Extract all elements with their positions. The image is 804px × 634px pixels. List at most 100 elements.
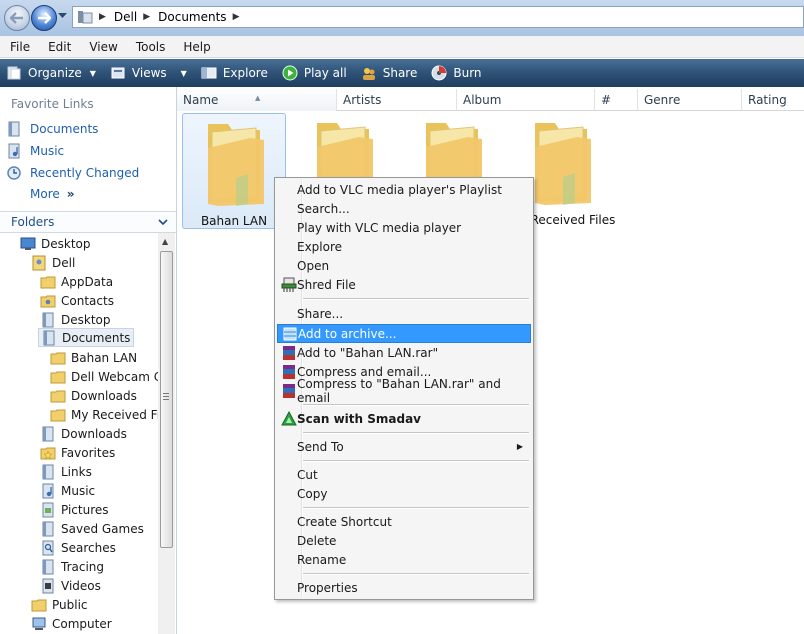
tree-item-documents[interactable]: Documents <box>38 328 135 347</box>
tree-item-downloads[interactable]: Downloads <box>40 424 127 443</box>
menu-item-compress-rar-and-email[interactable]: Compress to "Bahan LAN.rar" and email <box>277 377 531 405</box>
tree-item-desktop[interactable]: Desktop <box>20 234 91 253</box>
user-folder-icon <box>32 255 46 270</box>
breadcrumb-dell[interactable]: Dell <box>114 10 137 24</box>
menu-item-send-to[interactable]: Send To ▶ <box>277 437 531 456</box>
share-label: Share <box>382 66 418 80</box>
menu-item-add-to-rar[interactable]: Add to "Bahan LAN.rar" <box>277 343 531 362</box>
menu-item-search[interactable]: Search... <box>277 199 531 218</box>
tree-item-my-received-files[interactable]: My Received File <box>50 405 158 424</box>
menu-item-share[interactable]: Share... <box>277 304 531 323</box>
column-label: Rating <box>748 93 787 107</box>
command-bar: Organize ▼ Views ▼ Explore Play all Share … <box>0 59 804 87</box>
views-label: Views <box>131 66 167 80</box>
tree-item-pictures[interactable]: Pictures <box>40 500 109 519</box>
share-button[interactable]: Share <box>355 59 426 87</box>
tree-item-appdata[interactable]: AppData <box>40 272 113 291</box>
scroll-up-arrow-icon[interactable]: ▲ <box>162 237 168 246</box>
menu-file[interactable]: File <box>0 40 39 54</box>
explore-button[interactable]: Explore <box>195 59 276 87</box>
tree-item-saved-games[interactable]: Saved Games <box>40 519 144 538</box>
tree-item-searches[interactable]: Searches <box>40 538 116 557</box>
menu-item-label: Copy <box>297 486 328 501</box>
play-icon <box>282 65 298 81</box>
smadav-icon <box>281 411 297 426</box>
tree-item-videos[interactable]: Videos <box>40 576 101 595</box>
menu-item-play-with-vlc[interactable]: Play with VLC media player <box>277 218 531 237</box>
tree-item-label: Documents <box>62 330 131 345</box>
column-artists[interactable]: Artists <box>337 89 457 111</box>
tree-item-downloads-sub[interactable]: Downloads <box>50 386 137 405</box>
menu-edit[interactable]: Edit <box>39 40 80 54</box>
tree-item-label: Desktop <box>61 312 111 327</box>
menu-item-explore[interactable]: Explore <box>277 237 531 256</box>
breadcrumb-separator[interactable]: ▶ <box>99 12 106 22</box>
documents-icon <box>43 330 55 345</box>
breadcrumb-separator[interactable]: ▶ <box>233 12 240 22</box>
menu-item-cut[interactable]: Cut <box>277 465 531 484</box>
tree-item-dell[interactable]: Dell <box>31 253 75 272</box>
double-chevron-icon: » <box>66 187 75 201</box>
menu-item-scan-with-smadav[interactable]: Scan with Smadav <box>277 409 531 428</box>
forward-button[interactable] <box>31 5 57 31</box>
address-field[interactable]: ▶ Dell ▶ Documents ▶ <box>72 6 804 28</box>
favorites-icon <box>40 447 56 459</box>
column-rating[interactable]: Rating <box>742 89 804 111</box>
menu-item-open[interactable]: Open <box>277 256 531 275</box>
explore-label: Explore <box>222 66 268 80</box>
tree-item-label: AppData <box>61 274 114 289</box>
recent-pages-dropdown[interactable] <box>58 13 67 19</box>
burn-disc-icon <box>431 65 447 81</box>
organize-button[interactable]: Organize ▼ <box>0 59 104 87</box>
views-button[interactable]: Views ▼ <box>104 59 195 87</box>
tree-item-public[interactable]: Public <box>31 595 88 614</box>
menu-item-create-shortcut[interactable]: Create Shortcut <box>277 512 531 531</box>
tree-item-music[interactable]: Music <box>40 481 95 500</box>
folders-header[interactable]: Folders <box>0 211 176 233</box>
burn-button[interactable]: Burn <box>425 59 489 87</box>
tree-item-contacts[interactable]: Contacts <box>40 291 114 310</box>
menu-item-shred-file[interactable]: Shred File <box>277 275 531 294</box>
favorite-link-music[interactable]: Music <box>6 143 64 159</box>
folder-item-bahan-lan[interactable]: Bahan LAN <box>182 113 286 229</box>
menu-help[interactable]: Help <box>174 40 219 54</box>
favorite-link-documents[interactable]: Documents <box>6 121 98 137</box>
menu-tools[interactable]: Tools <box>127 40 175 54</box>
tree-item-favorites[interactable]: Favorites <box>40 443 115 462</box>
tree-item-links[interactable]: Links <box>40 462 92 481</box>
more-label: More <box>30 187 60 201</box>
tree-scrollbar[interactable]: ▲ <box>158 233 175 634</box>
menu-item-rename[interactable]: Rename <box>277 550 531 569</box>
chevron-down-icon: ▼ <box>89 68 96 78</box>
column-header-bar: ▲ Name Artists Album # Genre Rating <box>177 89 804 111</box>
breadcrumb-documents[interactable]: Documents <box>158 10 226 24</box>
downloads-icon <box>42 426 54 441</box>
menu-separator <box>303 432 529 434</box>
winrar-icon <box>283 346 295 360</box>
menu-item-properties[interactable]: Properties <box>277 578 531 597</box>
play-all-button[interactable]: Play all <box>276 59 355 87</box>
menu-view[interactable]: View <box>80 40 126 54</box>
breadcrumb-separator[interactable]: ▶ <box>143 12 150 22</box>
column-genre[interactable]: Genre <box>638 89 742 111</box>
favorite-link-recently-changed[interactable]: Recently Changed <box>6 165 139 181</box>
menu-item-delete[interactable]: Delete <box>277 531 531 550</box>
menu-item-label: Explore <box>297 239 343 254</box>
menu-item-add-to-vlc-playlist[interactable]: Add to VLC media player's Playlist <box>277 180 531 199</box>
tree-item-tracing[interactable]: Tracing <box>40 557 104 576</box>
tree-item-label: Bahan LAN <box>71 350 138 365</box>
more-links-button[interactable]: More » <box>30 187 75 201</box>
column-name[interactable]: ▲ Name <box>177 89 337 111</box>
menu-item-copy[interactable]: Copy <box>277 484 531 503</box>
tree-item-label: Tracing <box>61 559 105 574</box>
menu-item-add-to-archive[interactable]: Add to archive... <box>277 324 531 343</box>
music-icon <box>42 483 54 498</box>
tree-item-label: Videos <box>61 578 101 593</box>
tree-item-dell-webcam[interactable]: Dell Webcam Ce <box>50 367 158 386</box>
back-button[interactable] <box>4 5 30 31</box>
column-album[interactable]: Album <box>457 89 595 111</box>
tree-item-desktop-folder[interactable]: Desktop <box>40 310 111 329</box>
tree-item-bahan-lan[interactable]: Bahan LAN <box>50 348 137 367</box>
column-track-number[interactable]: # <box>595 89 638 111</box>
tree-item-computer[interactable]: Computer <box>31 614 112 633</box>
